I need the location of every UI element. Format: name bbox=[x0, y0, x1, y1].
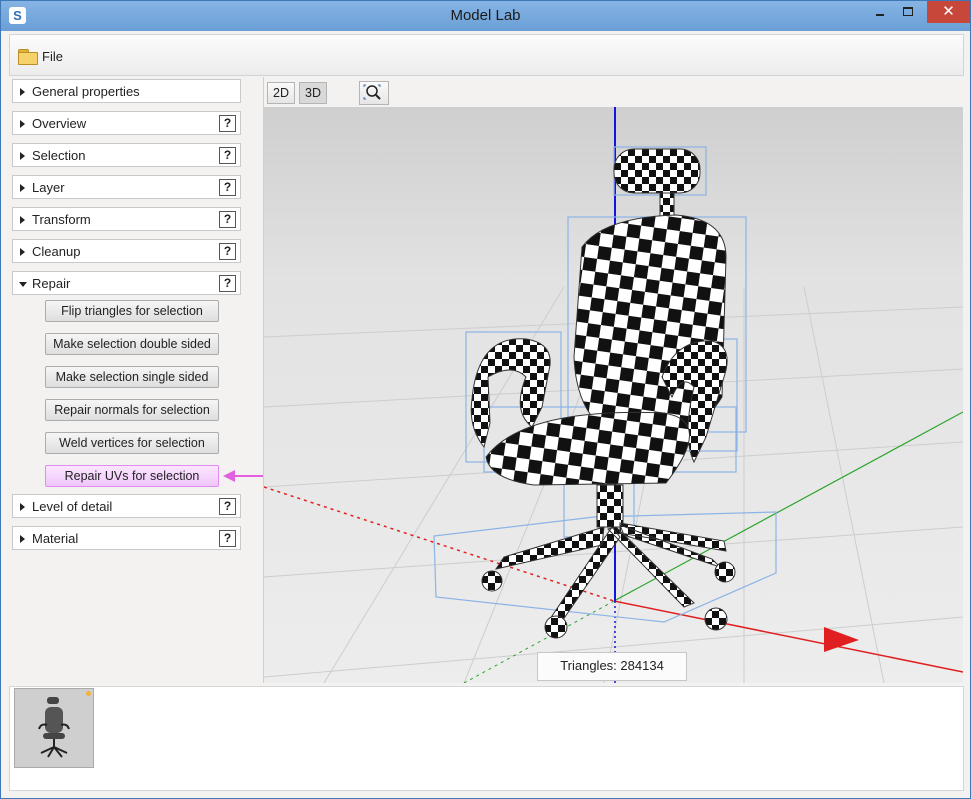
make-double-sided-button[interactable]: Make selection double sided bbox=[45, 333, 219, 355]
scene-canvas[interactable] bbox=[264, 107, 963, 683]
section-cleanup[interactable]: Cleanup ? bbox=[12, 239, 241, 263]
3d-viewport[interactable]: Triangles: 284134 bbox=[264, 107, 963, 683]
window-title: Model Lab bbox=[450, 7, 521, 24]
section-level-of-detail[interactable]: Level of detail ? bbox=[12, 494, 241, 518]
section-label: Repair bbox=[32, 276, 71, 291]
section-transform[interactable]: Transform ? bbox=[12, 207, 241, 231]
expand-arrow-icon bbox=[20, 152, 25, 160]
zoom-extents-button[interactable] bbox=[359, 81, 389, 105]
main-toolbar: File bbox=[9, 34, 964, 76]
section-label: Cleanup bbox=[32, 244, 81, 259]
expand-arrow-icon bbox=[20, 184, 25, 192]
file-menu-button[interactable]: File bbox=[18, 45, 63, 67]
help-button[interactable]: ? bbox=[219, 530, 236, 547]
triangle-count-display: Triangles: 284134 bbox=[537, 652, 687, 681]
file-menu-label: File bbox=[42, 48, 63, 64]
modified-indicator-icon bbox=[86, 691, 91, 696]
repair-uvs-button[interactable]: Repair UVs for selection bbox=[45, 465, 219, 487]
app-window: S Model Lab ✕ File General properties Ov… bbox=[0, 0, 971, 799]
section-label: Transform bbox=[32, 212, 91, 227]
chair-thumbnail-icon bbox=[38, 697, 70, 758]
view-2d-button[interactable]: 2D bbox=[267, 82, 295, 104]
expand-arrow-icon bbox=[20, 535, 25, 543]
help-button[interactable]: ? bbox=[219, 498, 236, 515]
section-label: Overview bbox=[32, 116, 87, 131]
section-label: Selection bbox=[32, 148, 86, 163]
flip-triangles-button[interactable]: Flip triangles for selection bbox=[45, 300, 219, 322]
section-general-properties[interactable]: General properties bbox=[12, 79, 241, 103]
collapse-arrow-icon bbox=[19, 282, 27, 287]
zoom-fit-icon bbox=[363, 84, 381, 100]
triangles-value: 284134 bbox=[620, 658, 664, 673]
view-toolbar: 2D 3D bbox=[264, 77, 963, 107]
minimize-button[interactable] bbox=[867, 1, 893, 23]
maximize-button[interactable] bbox=[895, 1, 921, 23]
section-label: Material bbox=[32, 531, 79, 546]
help-button[interactable]: ? bbox=[219, 243, 236, 260]
expand-arrow-icon bbox=[20, 216, 25, 224]
expand-arrow-icon bbox=[20, 248, 25, 256]
view-3d-button[interactable]: 3D bbox=[299, 82, 327, 104]
help-button[interactable]: ? bbox=[219, 275, 236, 292]
close-button[interactable]: ✕ bbox=[927, 1, 970, 23]
section-selection[interactable]: Selection ? bbox=[12, 143, 241, 167]
viewport-panel: 2D 3D Triangles: 284134 bbox=[263, 77, 963, 683]
section-material[interactable]: Material ? bbox=[12, 526, 241, 550]
model-thumbnail-strip bbox=[9, 686, 964, 791]
section-label: Layer bbox=[32, 180, 65, 195]
expand-arrow-icon bbox=[20, 88, 25, 96]
help-button[interactable]: ? bbox=[219, 115, 236, 132]
section-repair[interactable]: Repair ? bbox=[12, 271, 241, 295]
section-overview[interactable]: Overview ? bbox=[12, 111, 241, 135]
help-button[interactable]: ? bbox=[219, 147, 236, 164]
model-thumbnail[interactable] bbox=[14, 688, 94, 768]
help-button[interactable]: ? bbox=[219, 211, 236, 228]
make-single-sided-button[interactable]: Make selection single sided bbox=[45, 366, 219, 388]
title-bar[interactable]: S Model Lab ✕ bbox=[1, 1, 970, 31]
expand-arrow-icon bbox=[20, 120, 25, 128]
weld-vertices-button[interactable]: Weld vertices for selection bbox=[45, 432, 219, 454]
folder-icon bbox=[18, 48, 38, 65]
help-button[interactable]: ? bbox=[219, 179, 236, 196]
section-label: Level of detail bbox=[32, 499, 113, 514]
repair-normals-button[interactable]: Repair normals for selection bbox=[45, 399, 219, 421]
section-layer[interactable]: Layer ? bbox=[12, 175, 241, 199]
section-label: General properties bbox=[32, 84, 140, 99]
expand-arrow-icon bbox=[20, 503, 25, 511]
triangles-label: Triangles: bbox=[560, 658, 617, 673]
properties-panel: General properties Overview ? Selection … bbox=[9, 77, 259, 683]
